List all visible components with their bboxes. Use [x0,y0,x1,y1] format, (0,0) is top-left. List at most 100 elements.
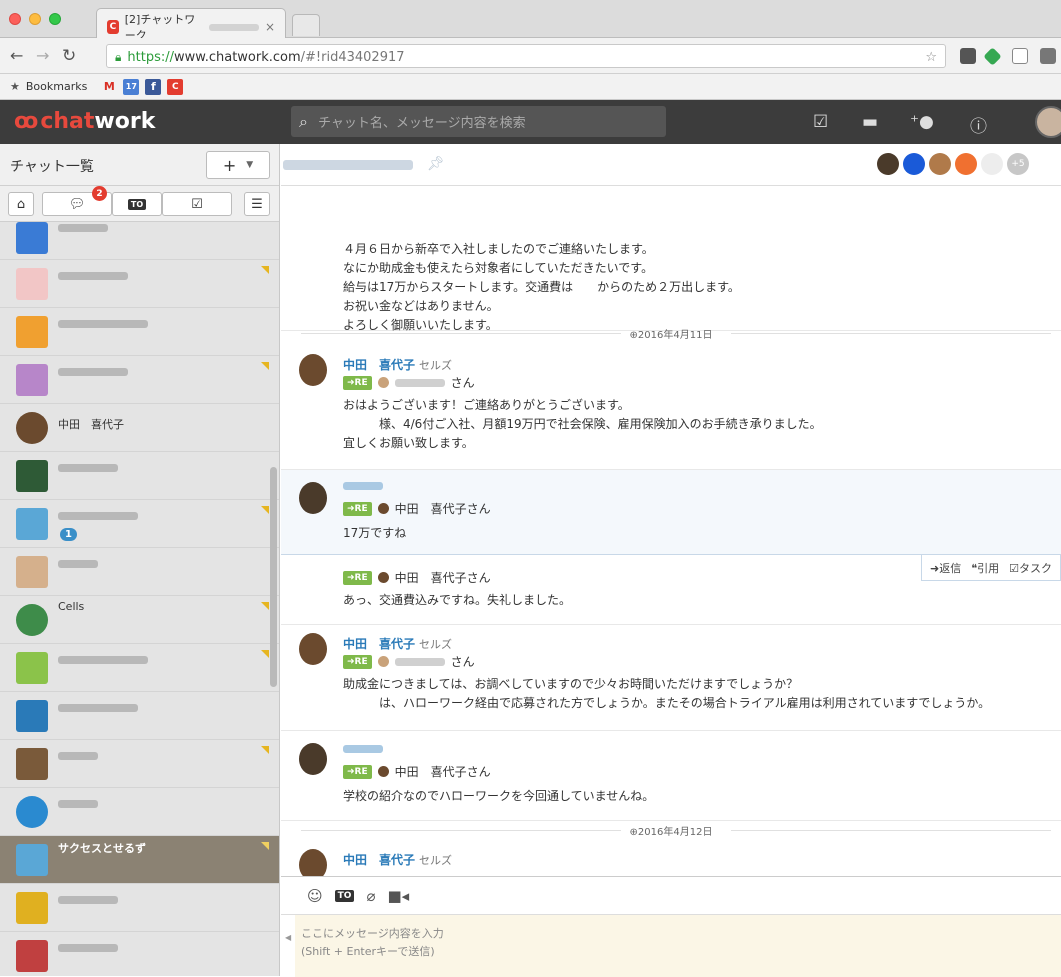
video-call-icon[interactable]: ■◂ [387,887,409,905]
emoji-icon[interactable]: ☺ [307,887,323,905]
bookmarks-bar: ★ Bookmarks M 17 f C [0,74,1061,100]
message-line: 宜しくお願い致します。 [343,436,474,450]
room-item[interactable] [0,644,279,692]
sender-name[interactable]: 中田 喜代子 セルズ [343,635,452,652]
chatwork-logo[interactable]: ꝏ chatwork [14,109,155,134]
close-window-button[interactable] [9,13,21,25]
close-tab-icon[interactable]: × [265,20,275,34]
forward-icon[interactable]: → [36,46,49,65]
sender-avatar[interactable] [299,633,327,665]
message-body: 学校の紹介なのでハローワークを今回通していませんね。 [343,789,655,803]
user-avatar[interactable] [1035,106,1061,138]
re-tag: ➜RE [343,654,372,669]
search-box[interactable]: ⌕ チャット名、メッセージ内容を検索 [291,106,666,137]
unread-corner-icon [261,842,269,850]
room-item-active[interactable]: サクセスとせるず [0,836,279,884]
presentation-room-icon [16,652,48,684]
message-line: ４月６日から新卒で入社しましたのでご連絡いたします。 [343,242,654,256]
sender-name[interactable]: 中田 喜代子 セルズ [343,356,452,373]
room-name: サクセスとせるず [58,842,146,855]
room-item[interactable] [0,740,279,788]
sender-name-blurred[interactable] [343,745,383,753]
composer-toolbar: ☺ TO ⌀ ■◂ [281,877,1061,915]
reply-reference[interactable]: ➜RE 中田 喜代子さん [343,500,491,517]
sender-avatar[interactable] [299,743,327,775]
collapse-sidebar-icon[interactable]: ◀ [285,933,291,942]
attachment-icon[interactable]: ⌀ [366,887,375,905]
sender-avatar[interactable] [299,354,327,386]
info-icon[interactable]: ⓘ [970,112,987,137]
blackboard-room-icon [16,460,48,492]
sidebar-scrollbar[interactable] [270,467,277,687]
gmail-bookmark-icon[interactable]: M [101,79,117,95]
message-body: あっ、交通費込みですね。失礼しました。 [343,593,572,607]
room-item[interactable]: Cells [0,596,279,644]
add-contact-icon[interactable]: ⁺● [910,112,934,132]
sender-name-text: 中田 喜代子 [343,358,416,372]
zoom-window-button[interactable] [49,13,61,25]
room-item[interactable]: 中田 喜代子 [0,404,279,452]
search-placeholder: チャット名、メッセージ内容を検索 [317,116,526,131]
message-body: 17万ですね [343,526,407,540]
cast-extension-icon[interactable] [1012,48,1028,64]
input-hint: (Shift + Enterキーで送信) [301,945,435,958]
reply-reference[interactable]: ➜RE 中田 喜代子さん [343,569,491,586]
reply-reference[interactable]: ➜RE さん [343,374,475,391]
room-item[interactable] [0,222,279,260]
minimize-window-button[interactable] [29,13,41,25]
room-item[interactable] [0,788,279,836]
leaf-room-icon [16,604,48,636]
room-item[interactable] [0,932,279,976]
room-name: Cells [58,600,85,613]
facebook-bookmark-icon[interactable]: f [145,78,162,95]
chat-filter-bar: ⌂ 💬︎ 2 TO ☑ ☰ [0,186,279,222]
room-name-blurred [58,272,128,280]
chat-list-title: チャット一覧 [10,159,94,175]
calendar-bookmark-icon[interactable]: 17 [123,78,140,95]
sender-avatar[interactable] [299,482,327,514]
evernote-extension-icon[interactable] [960,48,976,64]
bookmark-star-icon[interactable]: ☆ [925,50,937,65]
to-filter-button[interactable]: TO [112,192,162,216]
room-name-blurred [58,752,98,760]
add-chat-button[interactable]: + ▼ [206,151,270,179]
reply-reference[interactable]: ➜RE 中田 喜代子さん [343,763,491,780]
message-input[interactable]: ここにメッセージ内容を入力 (Shift + Enterキーで送信) [295,915,1061,977]
to-icon[interactable]: TO [334,889,355,902]
unread-filter-button[interactable]: 💬︎ 2 [42,186,112,216]
room-item[interactable] [0,356,279,404]
unread-corner-icon [261,266,269,274]
room-item[interactable] [0,308,279,356]
home-filter-button[interactable]: ⌂ [8,192,34,216]
room-name-blurred [58,800,98,808]
feedly-extension-icon[interactable] [983,47,1002,66]
category-filter-button[interactable]: ☰ [244,192,270,216]
back-icon[interactable]: ← [10,46,23,65]
sender-name-blurred[interactable] [343,482,383,490]
extension-icon[interactable] [1040,48,1056,64]
new-tab-button[interactable] [292,14,320,36]
chatwork-bookmark-icon[interactable]: C [167,78,184,95]
room-item[interactable] [0,548,279,596]
room-item[interactable] [0,884,279,932]
task-check-icon[interactable]: ☑ [813,112,828,132]
list-tree-icon: ☰ [251,196,263,212]
sender-org: セルズ [419,638,453,651]
unread-badge: 2 [92,186,107,201]
reply-reference[interactable]: ➜RE さん [343,653,475,670]
room-item[interactable] [0,692,279,740]
room-item[interactable]: 1 [0,500,279,548]
message-line: お祝い金などはありません。 [343,299,499,313]
reload-icon[interactable]: ↻ [62,46,76,66]
room-members[interactable]: +5 [877,153,1029,175]
folder-icon[interactable]: ▬ [862,112,878,132]
pin-icon[interactable]: 📌︎ [427,156,445,172]
room-item[interactable] [0,452,279,500]
room-item[interactable] [0,260,279,308]
bookmarks-label[interactable]: Bookmarks [26,80,87,93]
sender-avatar[interactable] [299,849,327,876]
browser-tab[interactable]: C [2]チャットワーク × [96,8,286,42]
task-filter-button[interactable]: ☑ [162,192,232,216]
address-bar[interactable]: 🔒︎ https://www.chatwork.com/#!rid4340291… [106,44,946,68]
sender-name[interactable]: 中田 喜代子 セルズ [343,851,452,868]
